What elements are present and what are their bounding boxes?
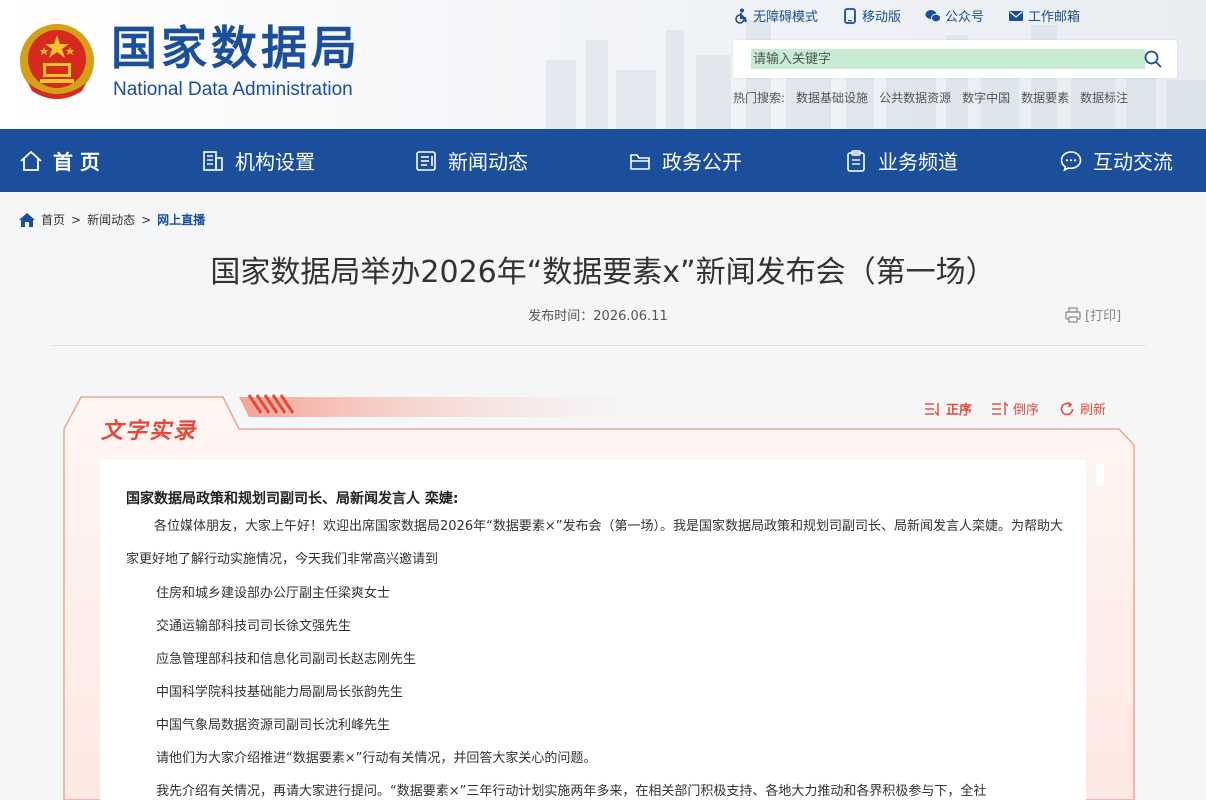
hot-keyword[interactable]: 数据基础设施: [796, 89, 868, 106]
hot-keyword[interactable]: 公共数据资源: [879, 89, 951, 106]
nav-item-label: 新闻动态: [448, 150, 528, 174]
accessibility-mode-label: 无障碍模式: [753, 10, 819, 25]
sort-ascending-icon: [925, 402, 939, 416]
news-icon: [416, 150, 436, 171]
home-icon[interactable]: [19, 212, 35, 227]
hot-keyword[interactable]: 数据标注: [1080, 89, 1128, 106]
transcript-line: 我先介绍有关情况，再请大家进行提问。“数据要素×”三年行动计划实施两年多来，在相…: [156, 784, 987, 799]
wechat-icon: [925, 9, 941, 22]
transcript-line: 中国气象局数据资源司副司长沈利峰先生: [156, 718, 391, 733]
transcript-controls: 正序 倒序 刷新: [925, 399, 1106, 418]
hot-keyword[interactable]: 数据要素: [1021, 89, 1069, 106]
nav-item-interaction[interactable]: 互动交流: [1059, 129, 1173, 192]
transcript-paragraph: 各位媒体朋友，大家上午好！欢迎出席国家数据局2026年“数据要素×”发布会（第一…: [126, 519, 1063, 567]
print-label: [打印]: [1085, 309, 1122, 324]
page-title: 国家数据局举办2026年“数据要素x”新闻发布会（第一场）: [210, 255, 996, 290]
breadcrumb-current[interactable]: 网上直播: [157, 211, 205, 228]
refresh-label: 刷新: [1080, 403, 1107, 418]
sort-ascending-button[interactable]: 正序: [925, 399, 972, 418]
divider: [52, 345, 1146, 346]
transcript-scrollbar[interactable]: [1096, 463, 1104, 487]
mobile-version-link[interactable]: 移动版: [842, 6, 901, 25]
wheelchair-icon: [735, 8, 747, 24]
transcript-line: 应急管理部科技和信息化司副司长赵志刚先生: [156, 652, 417, 667]
nav-item-label: 互动交流: [1093, 150, 1173, 174]
nav-item-home[interactable]: 首 页: [19, 129, 100, 192]
national-emblem-logo: [20, 24, 94, 99]
search-box: [733, 40, 1177, 78]
sort-descending-button[interactable]: 倒序: [992, 399, 1039, 418]
transcript-line: 住房和城乡建设部办公厅副主任梁爽女士: [156, 586, 391, 601]
site-logo-english[interactable]: National Data Administration: [113, 79, 353, 101]
nav-item-government-affairs[interactable]: 政务公开: [628, 129, 742, 192]
refresh-icon: [1060, 401, 1074, 415]
work-email-label: 工作邮箱: [1028, 10, 1081, 25]
search-input[interactable]: [751, 49, 1145, 69]
nav-item-label: 业务频道: [878, 150, 958, 174]
wechat-account-link[interactable]: 公众号: [925, 6, 984, 25]
transcript-line: 中国科学院科技基础能力局副局长张韵先生: [156, 685, 404, 700]
speaker-name: 国家数据局政策和规划司副司长、局新闻发言人 栾婕:: [126, 491, 459, 507]
mobile-version-label: 移动版: [862, 10, 902, 25]
main-nav: 首 页 机构设置 新闻动态 政务公开 业务频道 互动交流: [0, 129, 1206, 192]
email-icon: [1009, 10, 1024, 21]
nav-item-organization[interactable]: 机构设置: [201, 129, 315, 192]
refresh-button[interactable]: 刷新: [1059, 399, 1106, 418]
transcript-line: 请他们为大家介绍推进“数据要素×”行动有关情况，并回答大家关心的问题。: [156, 751, 597, 766]
nav-item-label: 政务公开: [662, 150, 742, 174]
work-email-link[interactable]: 工作邮箱: [1008, 6, 1080, 25]
transcript-panel: 文字实录 正序 倒序 刷新 国家数据局政策和规划司副司长、局新闻发言人 栾婕: …: [63, 393, 1135, 800]
hot-search-label: 热门搜索:: [733, 91, 786, 105]
nav-item-news[interactable]: 新闻动态: [414, 129, 528, 192]
breadcrumb-news[interactable]: 新闻动态: [87, 211, 135, 228]
transcript-content: 国家数据局政策和规划司副司长、局新闻发言人 栾婕: 各位媒体朋友，大家上午好！欢…: [100, 460, 1086, 800]
sort-descending-label: 倒序: [1013, 403, 1040, 418]
building-icon: [203, 150, 223, 171]
sort-descending-icon: [992, 401, 1009, 415]
transcript-line: 交通运输部科技司司长徐文强先生: [156, 619, 352, 634]
nav-item-label: 首 页: [53, 150, 100, 174]
nav-item-business[interactable]: 业务频道: [844, 129, 958, 192]
clipboard-icon: [847, 149, 865, 172]
breadcrumb-home[interactable]: 首页: [41, 211, 65, 228]
chat-bubble-icon: [1060, 150, 1082, 171]
transcript-tab-title: 文字实录: [101, 419, 198, 444]
home-icon: [20, 150, 42, 171]
breadcrumb-separator: >: [71, 212, 82, 227]
print-button[interactable]: [打印]: [1065, 305, 1121, 324]
hot-search: 热门搜索: 数据基础设施 公共数据资源 数字中国 数据要素 数据标注: [733, 89, 1128, 106]
breadcrumb-separator: >: [141, 212, 152, 227]
publish-date: 发布时间：2026.06.11: [528, 309, 668, 324]
accessibility-mode-link[interactable]: 无障碍模式: [733, 6, 818, 25]
search-icon[interactable]: [1143, 49, 1163, 69]
breadcrumb: 首页 > 新闻动态 > 网上直播: [19, 211, 205, 228]
printer-icon: [1065, 306, 1081, 323]
site-header: 国家数据局 National Data Administration 无障碍模式…: [0, 0, 1206, 129]
top-utility-links: 无障碍模式 移动版 公众号 工作邮箱: [733, 6, 1080, 25]
sort-ascending-label: 正序: [946, 403, 973, 418]
hot-keyword[interactable]: 数字中国: [962, 89, 1010, 106]
nav-item-label: 机构设置: [235, 150, 315, 174]
wechat-account-label: 公众号: [945, 10, 985, 25]
mobile-phone-icon: [844, 7, 856, 24]
folder-icon: [630, 153, 650, 170]
site-logo-chinese[interactable]: 国家数据局: [111, 18, 361, 78]
